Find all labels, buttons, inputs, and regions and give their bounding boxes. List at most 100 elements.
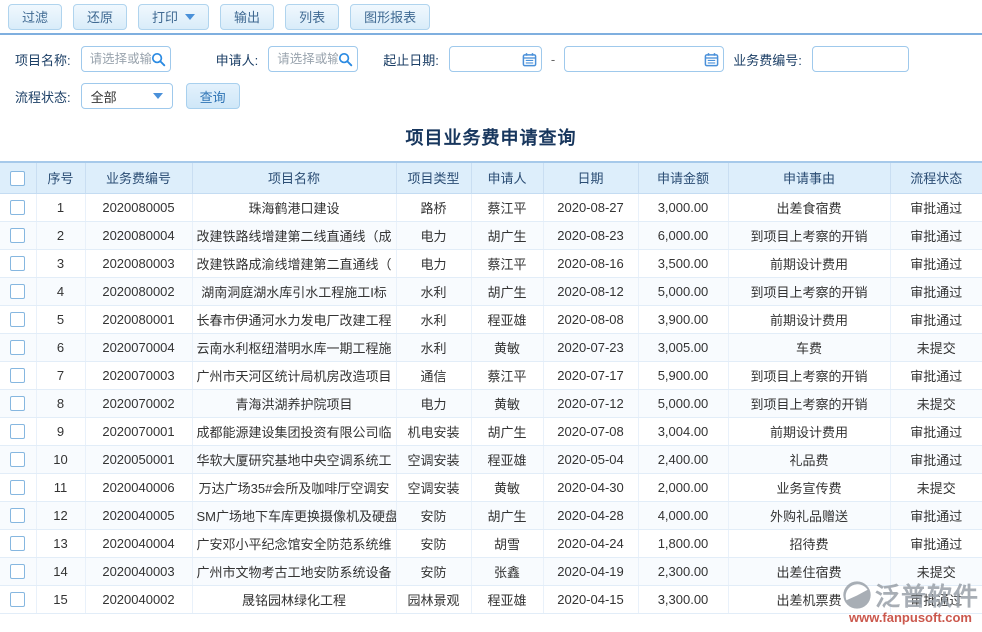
date-to-field[interactable] xyxy=(564,46,724,72)
cell-amount: 5,900.00 xyxy=(638,361,728,389)
row-checkbox[interactable] xyxy=(10,200,25,215)
cell-fee-no[interactable]: 2020040002 xyxy=(85,585,192,613)
cell-project[interactable]: 珠海鹤港口建设 xyxy=(192,193,396,221)
cell-fee-no[interactable]: 2020040006 xyxy=(85,473,192,501)
row-checkbox[interactable] xyxy=(10,340,25,355)
cell-reason: 前期设计费用 xyxy=(728,249,890,277)
cell-project[interactable]: 长春市伊通河水力发电厂改建工程 xyxy=(192,305,396,333)
cell-applicant[interactable]: 程亚雄 xyxy=(471,585,543,613)
cell-fee-no[interactable]: 2020070004 xyxy=(85,333,192,361)
column-header[interactable]: 流程状态 xyxy=(890,162,982,193)
row-checkbox[interactable] xyxy=(10,312,25,327)
search-icon[interactable] xyxy=(338,52,353,67)
cell-fee-no[interactable]: 2020040003 xyxy=(85,557,192,585)
cell-fee-no[interactable]: 2020040005 xyxy=(85,501,192,529)
cell-reason: 出差住宿费 xyxy=(728,557,890,585)
row-checkbox[interactable] xyxy=(10,536,25,551)
row-checkbox[interactable] xyxy=(10,508,25,523)
cell-fee-no[interactable]: 2020070003 xyxy=(85,361,192,389)
row-checkbox[interactable] xyxy=(10,228,25,243)
column-header[interactable]: 序号 xyxy=(36,162,85,193)
chart-report-button[interactable]: 图形报表 xyxy=(350,4,430,30)
cell-reason: 车费 xyxy=(728,333,890,361)
cell-fee-no[interactable]: 2020080005 xyxy=(85,193,192,221)
cell-project[interactable]: 湖南洞庭湖水库引水工程施工I标 xyxy=(192,277,396,305)
cell-project[interactable]: 华软大厦研究基地中央空调系统工 xyxy=(192,445,396,473)
cell-fee-no[interactable]: 2020080002 xyxy=(85,277,192,305)
restore-button[interactable]: 还原 xyxy=(73,4,127,30)
row-checkbox[interactable] xyxy=(10,424,25,439)
row-check-cell xyxy=(0,529,36,557)
calendar-icon[interactable] xyxy=(522,52,537,67)
cell-applicant[interactable]: 蔡江平 xyxy=(471,193,543,221)
row-checkbox[interactable] xyxy=(10,256,25,271)
row-checkbox[interactable] xyxy=(10,396,25,411)
cell-applicant[interactable]: 蔡江平 xyxy=(471,361,543,389)
row-checkbox[interactable] xyxy=(10,564,25,579)
cell-applicant[interactable]: 胡广生 xyxy=(471,221,543,249)
cell-applicant[interactable]: 胡广生 xyxy=(471,501,543,529)
column-header[interactable]: 日期 xyxy=(543,162,638,193)
row-checkbox[interactable] xyxy=(10,480,25,495)
column-header[interactable]: 项目类型 xyxy=(396,162,471,193)
cell-applicant[interactable]: 黄敏 xyxy=(471,389,543,417)
applicant-input[interactable] xyxy=(269,52,338,66)
project-name-picker[interactable] xyxy=(81,46,171,72)
cell-applicant[interactable]: 胡广生 xyxy=(471,277,543,305)
cell-applicant[interactable]: 黄敏 xyxy=(471,473,543,501)
cell-amount: 3,004.00 xyxy=(638,417,728,445)
cell-applicant[interactable]: 黄敏 xyxy=(471,333,543,361)
cell-amount: 3,900.00 xyxy=(638,305,728,333)
column-header[interactable]: 项目名称 xyxy=(192,162,396,193)
row-checkbox[interactable] xyxy=(10,368,25,383)
applicant-picker[interactable] xyxy=(268,46,358,72)
cell-seq: 1 xyxy=(36,193,85,221)
status-select[interactable]: 全部 xyxy=(81,83,173,109)
column-header[interactable]: 业务费编号 xyxy=(85,162,192,193)
button-label: 过滤 xyxy=(22,7,48,26)
cell-applicant[interactable]: 张鑫 xyxy=(471,557,543,585)
cell-project[interactable]: 云南水利枢纽潜明水库一期工程施 xyxy=(192,333,396,361)
cell-fee-no[interactable]: 2020080004 xyxy=(85,221,192,249)
query-button[interactable]: 查询 xyxy=(186,83,240,109)
cell-project[interactable]: 广州市天河区统计局机房改造项目 xyxy=(192,361,396,389)
filter-button[interactable]: 过滤 xyxy=(8,4,62,30)
cell-applicant[interactable]: 程亚雄 xyxy=(471,305,543,333)
cell-project[interactable]: 改建铁路线增建第二线直通线（成 xyxy=(192,221,396,249)
project-name-input[interactable] xyxy=(82,52,151,66)
cell-project[interactable]: 万达广场35#会所及咖啡厅空调安 xyxy=(192,473,396,501)
cell-applicant[interactable]: 胡广生 xyxy=(471,417,543,445)
search-icon[interactable] xyxy=(151,52,166,67)
list-button[interactable]: 列表 xyxy=(285,4,339,30)
fee-no-input[interactable] xyxy=(812,46,909,72)
cell-fee-no[interactable]: 2020050001 xyxy=(85,445,192,473)
column-header[interactable]: 申请人 xyxy=(471,162,543,193)
cell-fee-no[interactable]: 2020080001 xyxy=(85,305,192,333)
cell-fee-no[interactable]: 2020070002 xyxy=(85,389,192,417)
date-from-input[interactable] xyxy=(450,52,522,66)
column-header[interactable]: 申请金额 xyxy=(638,162,728,193)
cell-applicant[interactable]: 蔡江平 xyxy=(471,249,543,277)
row-checkbox[interactable] xyxy=(10,284,25,299)
cell-project[interactable]: SM广场地下车库更换摄像机及硬盘 xyxy=(192,501,396,529)
cell-applicant[interactable]: 胡雪 xyxy=(471,529,543,557)
cell-project[interactable]: 成都能源建设集团投资有限公司临 xyxy=(192,417,396,445)
export-button[interactable]: 输出 xyxy=(220,4,274,30)
row-checkbox[interactable] xyxy=(10,592,25,607)
column-header[interactable]: 申请事由 xyxy=(728,162,890,193)
cell-fee-no[interactable]: 2020040004 xyxy=(85,529,192,557)
cell-project[interactable]: 青海洪湖养护院项目 xyxy=(192,389,396,417)
cell-applicant[interactable]: 程亚雄 xyxy=(471,445,543,473)
row-checkbox[interactable] xyxy=(10,452,25,467)
calendar-icon[interactable] xyxy=(704,52,719,67)
date-from-field[interactable] xyxy=(449,46,542,72)
cell-project[interactable]: 广安邓小平纪念馆安全防范系统维 xyxy=(192,529,396,557)
date-to-input[interactable] xyxy=(565,52,704,66)
cell-project[interactable]: 晟铭园林绿化工程 xyxy=(192,585,396,613)
select-all-checkbox[interactable] xyxy=(10,171,25,186)
cell-fee-no[interactable]: 2020080003 xyxy=(85,249,192,277)
cell-project[interactable]: 改建铁路成渝线增建第二直通线（ xyxy=(192,249,396,277)
cell-fee-no[interactable]: 2020070001 xyxy=(85,417,192,445)
print-button[interactable]: 打印 xyxy=(138,4,209,30)
cell-project[interactable]: 广州市文物考古工地安防系统设备 xyxy=(192,557,396,585)
